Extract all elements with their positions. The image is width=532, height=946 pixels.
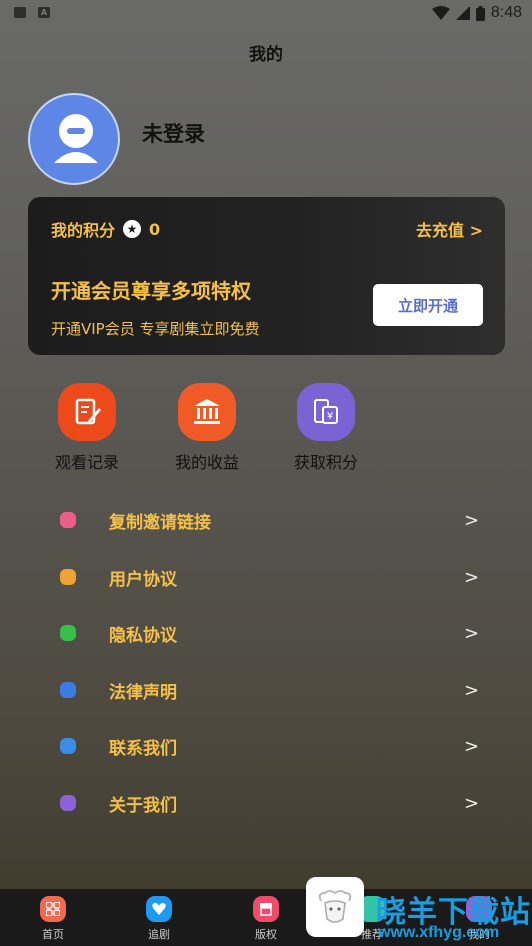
edit-icon [58, 383, 116, 441]
star-icon: ★ [123, 220, 142, 238]
info-icon [60, 794, 76, 811]
menu-item-label: 联系我们 [109, 739, 177, 760]
menu-item-label: 用户协议 [109, 569, 177, 590]
heart-icon [146, 896, 172, 922]
vip-subtitle: 开通VIP会员 专享剧集立即免费 [51, 320, 260, 338]
open-vip-button[interactable]: 立即开通 [373, 284, 483, 326]
chevron-right-icon: > [464, 623, 480, 645]
status-bar: A 8:48 [0, 0, 532, 28]
quick-action-label: 获取积分 [293, 453, 358, 472]
notification-icon [14, 7, 26, 18]
wifi-icon [431, 6, 450, 20]
battery-icon [475, 5, 485, 21]
points-value: 0 [149, 219, 161, 239]
flag-icon [60, 681, 76, 698]
signal-icon [455, 6, 470, 20]
quick-action-label: 我的收益 [174, 453, 239, 472]
quick-action-earnings[interactable]: 我的收益 [157, 383, 257, 473]
vip-card: 我的积分 ★ 0 去充值 > 开通会员尊享多项特权 开通VIP会员 专享剧集立即… [28, 197, 505, 355]
menu-item-label: 隐私协议 [109, 626, 177, 647]
page-title: 我的 [249, 45, 283, 65]
menu-item-contact-us[interactable]: 联系我们 > [0, 718, 532, 775]
username[interactable]: 未登录 [142, 118, 205, 148]
chevron-right-icon: > [464, 679, 480, 701]
grid-icon [40, 896, 66, 922]
store-icon [253, 896, 279, 922]
shield-icon [60, 625, 76, 642]
status-time: 8:48 [490, 4, 522, 21]
tab-copyright[interactable]: 版权 [236, 896, 296, 942]
tab-follow[interactable]: 追剧 [129, 896, 189, 942]
coin-exchange-icon: ¥ [297, 383, 355, 441]
notification-letter: A [40, 8, 48, 17]
quick-action-get-points[interactable]: ¥ 获取积分 [276, 383, 376, 473]
menu-item-user-agreement[interactable]: 用户协议 > [0, 549, 532, 606]
menu-item-privacy-policy[interactable]: 隐私协议 > [0, 605, 532, 662]
tab-label: 版权 [255, 928, 277, 941]
menu-item-copy-invite-link[interactable]: 复制邀请链接 > [0, 492, 532, 549]
quick-action-watch-history[interactable]: 观看记录 [37, 383, 137, 473]
chevron-right-icon: > [464, 566, 480, 588]
chevron-right-icon: > [464, 792, 480, 814]
status-bar-left: A [14, 7, 50, 18]
chevron-right-icon: > [464, 510, 480, 531]
status-bar-right: 8:48 [431, 4, 522, 22]
menu-item-label: 法律声明 [109, 682, 177, 703]
points-row: 我的积分 ★ 0 [51, 217, 160, 241]
menu-item-label: 关于我们 [109, 795, 177, 816]
avatar[interactable] [28, 93, 120, 185]
settings-menu: 复制邀请链接 > 用户协议 > 隐私协议 > 法律声明 > 联系我们 > 关于我… [0, 492, 532, 832]
menu-item-legal-notice[interactable]: 法律声明 > [0, 662, 532, 719]
document-icon [60, 568, 76, 585]
tag-icon [60, 512, 76, 528]
user-avatar-icon [54, 114, 98, 163]
watermark-logo [306, 877, 364, 937]
menu-item-about-us[interactable]: 关于我们 > [0, 775, 532, 832]
tab-home[interactable]: 首页 [23, 896, 83, 942]
menu-item-label: 复制邀请链接 [109, 513, 211, 533]
bank-icon [178, 383, 236, 441]
svg-text:¥: ¥ [327, 411, 333, 422]
vip-title: 开通会员尊享多项特权 [51, 279, 251, 303]
points-label: 我的积分 [51, 221, 116, 240]
quick-action-label: 观看记录 [54, 453, 119, 472]
app-notification-icon: A [38, 7, 50, 18]
recharge-link[interactable]: 去充值 > [416, 217, 483, 241]
watermark-url: www.xfhyg.com [378, 924, 500, 941]
sheep-icon [318, 890, 352, 923]
tab-label: 追剧 [148, 928, 170, 941]
chevron-right-icon: > [464, 736, 480, 758]
headset-icon [60, 738, 76, 755]
tab-label: 首页 [42, 928, 64, 941]
